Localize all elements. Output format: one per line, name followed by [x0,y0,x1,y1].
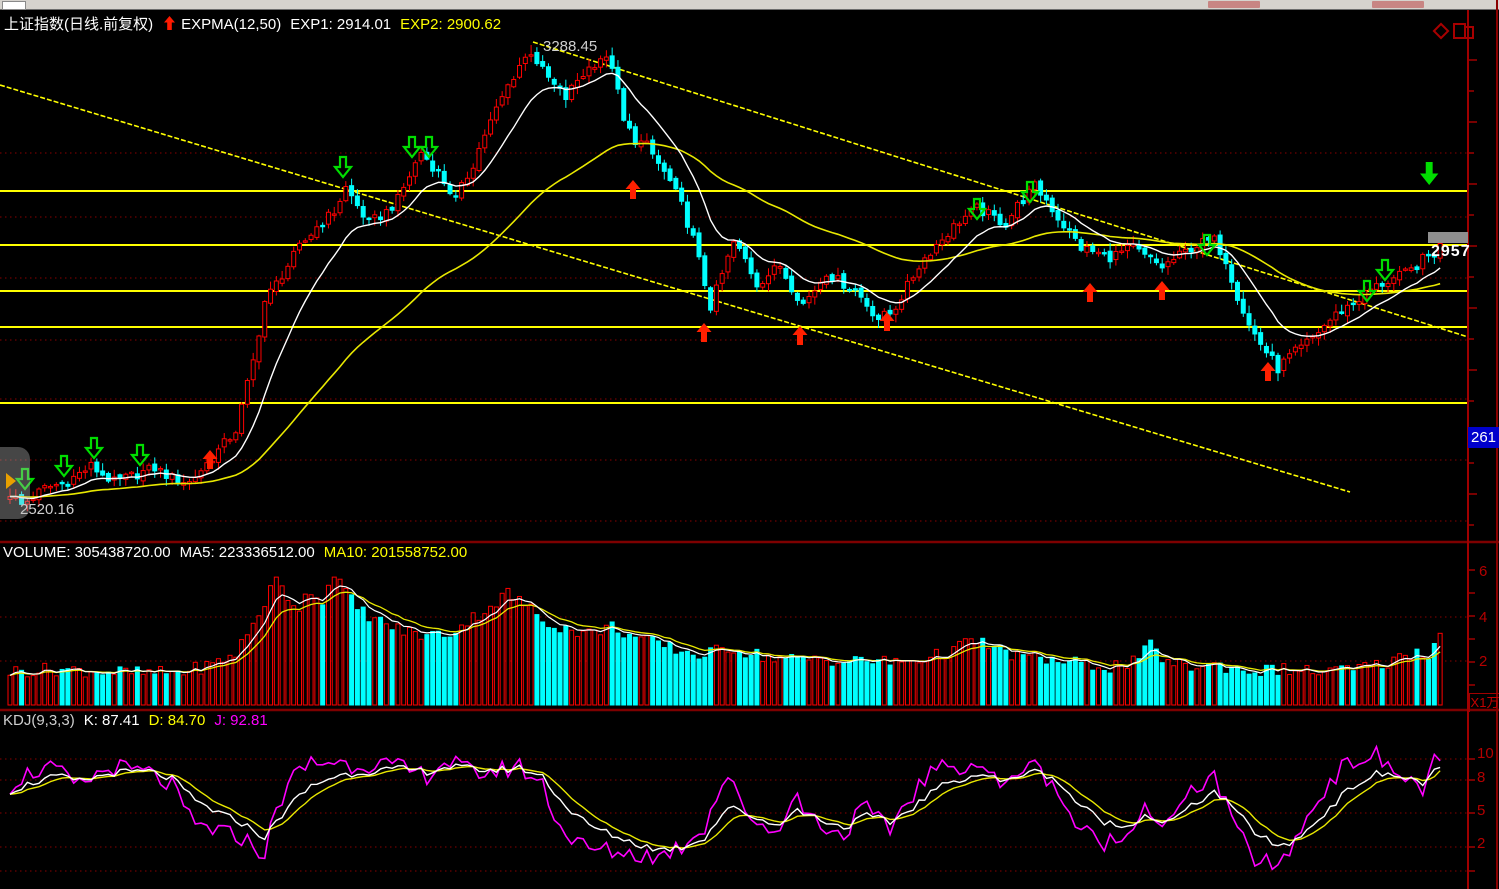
diamond-icon[interactable] [1433,23,1450,40]
svg-text:4: 4 [1479,609,1487,626]
exp1-value: EXP1: 2914.01 [290,16,391,33]
trading-app-window: 6 4 2 10 8 5 2 上证指数(日线.前复权) EXPMA(12,50) EXP1: 2… [0,0,1499,889]
volume-ma5: MA5: 223336512.00 [180,544,315,561]
chart-corner-icons[interactable] [1433,22,1479,40]
volume-ma10: MA10: 201558752.00 [324,544,467,561]
exp2-value: EXP2: 2900.62 [400,16,501,33]
kdj-label-row: KDJ(9,3,3) K: 87.41 D: 84.70 J: 92.81 [3,712,277,729]
indicator-name: EXPMA(12,50) [181,16,281,33]
kdj-d-value: D: 84.70 [149,712,206,729]
symbol-title: 上证指数(日线.前复权) [4,16,153,33]
kdj-j-value: J: 92.81 [214,712,267,729]
red-up-arrow-icon [164,16,175,30]
side-panel-handle[interactable] [0,447,30,519]
volume-value: VOLUME: 305438720.00 [3,544,171,561]
svg-text:10: 10 [1477,745,1494,762]
high-price-label: 3288.45 [543,38,597,55]
volume-label-row: VOLUME: 305438720.00 MA5: 223336512.00 MA1… [3,544,476,561]
svg-text:2: 2 [1479,653,1487,670]
current-price-label: 2957 [1431,243,1469,261]
axis-blue-tag: 261 [1468,427,1499,448]
kdj-k-value: K: 87.41 [84,712,140,729]
current-price-tag-bg [1428,232,1468,243]
chart-canvas[interactable]: 6 4 2 10 8 5 2 [0,0,1499,889]
expand-arrow-icon [6,473,16,489]
svg-text:2: 2 [1477,835,1485,852]
volume-unit-label: X1万 [1469,693,1499,712]
svg-text:8: 8 [1477,769,1485,786]
window-small-icon[interactable] [1464,26,1474,39]
svg-text:5: 5 [1477,802,1485,819]
svg-text:6: 6 [1479,563,1487,580]
kdj-name: KDJ(9,3,3) [3,712,75,729]
chart-title-row: 上证指数(日线.前复权) EXPMA(12,50) EXP1: 2914.01 EXP… [4,13,510,34]
